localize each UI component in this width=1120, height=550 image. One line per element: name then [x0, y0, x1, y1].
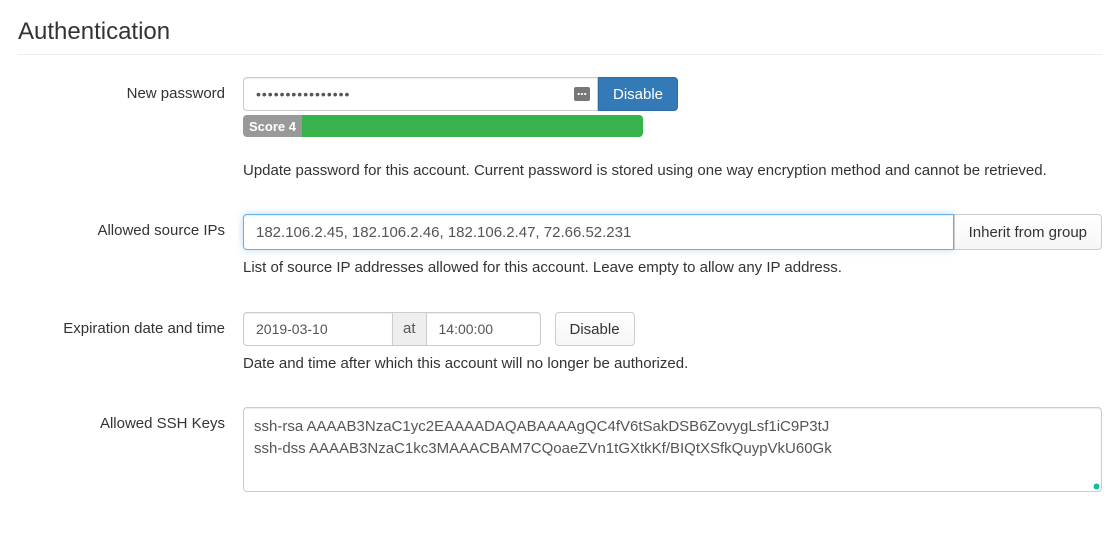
password-help-text: Update password for this account. Curren… — [243, 159, 1102, 182]
expiration-date-input[interactable] — [243, 312, 393, 346]
allowed-ips-label: Allowed source IPs — [18, 214, 243, 248]
ssh-keys-textarea[interactable] — [243, 407, 1102, 492]
new-password-input[interactable] — [243, 77, 598, 111]
allowed-ips-input[interactable] — [243, 214, 954, 250]
expiration-at-addon: at — [393, 312, 426, 346]
allowed-ips-help-text: List of source IP addresses allowed for … — [243, 256, 1102, 279]
ssh-keys-label: Allowed SSH Keys — [18, 407, 243, 441]
password-disable-button[interactable]: Disable — [598, 77, 678, 111]
expiration-disable-button[interactable]: Disable — [555, 312, 635, 346]
expiration-label: Expiration date and time — [18, 312, 243, 346]
password-score-badge: Score 4 — [243, 115, 304, 137]
password-suggest-icon[interactable] — [574, 87, 590, 101]
expiration-help-text: Date and time after which this account w… — [243, 352, 1102, 375]
new-password-label: New password — [18, 77, 243, 111]
page-title: Authentication — [18, 18, 1102, 46]
expiration-time-input[interactable] — [426, 312, 541, 346]
divider — [18, 54, 1102, 55]
inherit-from-group-button[interactable]: Inherit from group — [954, 214, 1102, 250]
password-strength-bar — [302, 115, 643, 137]
